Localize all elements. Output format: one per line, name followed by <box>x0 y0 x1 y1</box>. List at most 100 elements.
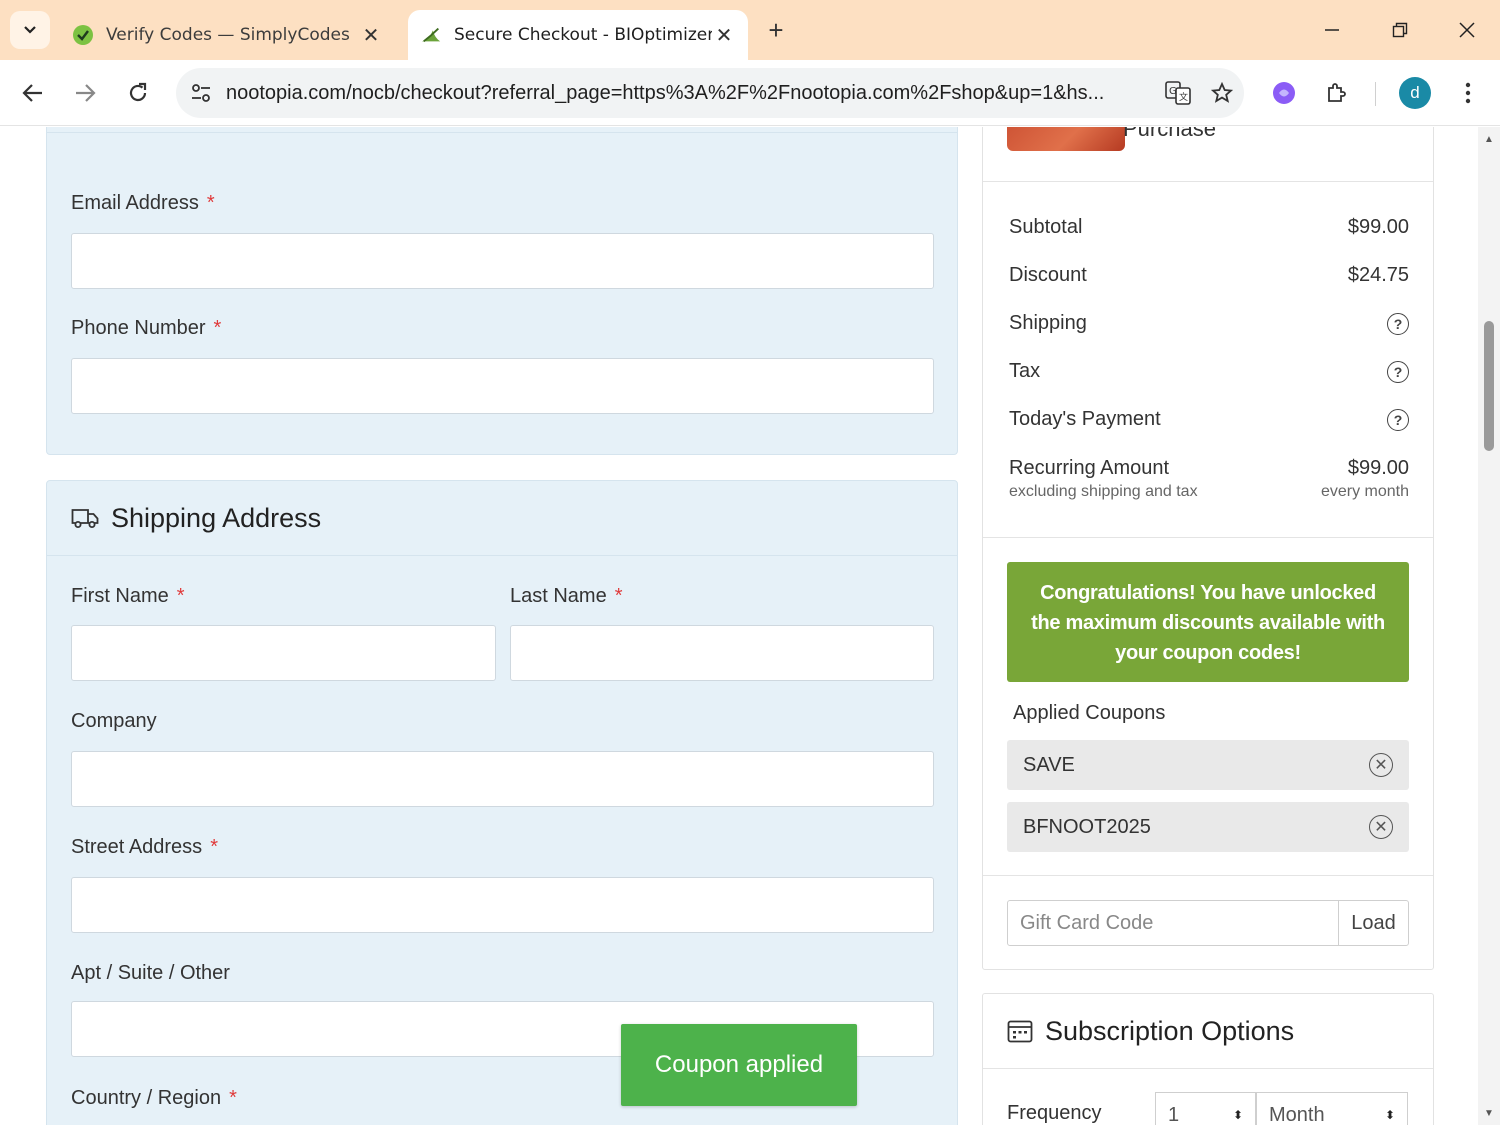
applied-coupon: BFNOOT2025 ✕ <box>1007 802 1409 852</box>
scroll-down-arrow-icon[interactable]: ▼ <box>1483 1109 1495 1119</box>
street-address-label: Street Address * <box>71 836 218 858</box>
tab-search-button[interactable] <box>10 11 50 49</box>
toolbar-separator <box>1375 82 1376 106</box>
browser-menu-icon[interactable] <box>1451 76 1485 110</box>
divider <box>47 132 957 133</box>
product-caption: Purchase <box>1123 127 1216 141</box>
help-icon[interactable]: ? <box>1387 312 1409 335</box>
coupon-applied-toast: Coupon applied <box>621 1024 857 1106</box>
divider <box>983 537 1433 538</box>
back-button[interactable] <box>14 74 52 112</box>
todays-payment-label: Today's Payment <box>1009 408 1161 430</box>
subscription-options-header: Subscription Options <box>983 994 1433 1069</box>
scrollbar-thumb[interactable] <box>1484 321 1494 451</box>
tab-bioptimizers[interactable]: Secure Checkout - BIOptimizers ✕ <box>408 10 748 60</box>
discount-congrats-banner: Congratulations! You have unlocked the m… <box>1007 562 1409 682</box>
restore-window-button[interactable] <box>1380 14 1420 46</box>
svg-text:G: G <box>1169 86 1177 97</box>
applied-coupons-title: Applied Coupons <box>1013 702 1166 724</box>
frequency-value: 1 <box>1168 1103 1180 1125</box>
close-tab-icon[interactable]: ✕ <box>712 23 736 47</box>
tax-row: Tax ? <box>1009 360 1409 383</box>
first-name-label: First Name * <box>71 585 185 607</box>
subscription-options-panel: Subscription Options Frequency 1 ⬍ Month… <box>982 993 1434 1125</box>
shipping-address-header: Shipping Address <box>47 481 957 556</box>
browser-toolbar: nootopia.com/nocb/checkout?referral_page… <box>0 60 1500 126</box>
site-info-icon[interactable] <box>176 68 226 118</box>
company-label: Company <box>71 710 157 732</box>
scroll-up-arrow-icon[interactable]: ▲ <box>1483 135 1495 145</box>
calendar-icon <box>1007 1020 1033 1043</box>
sort-arrows-icon: ⬍ <box>1232 1108 1243 1122</box>
subtotal-value: $99.00 <box>1347 216 1409 238</box>
tax-label: Tax <box>1009 360 1041 382</box>
recurring-amount-row: Recurring Amount $99.00 <box>1009 457 1409 480</box>
profile-avatar[interactable]: d <box>1399 77 1431 109</box>
help-icon[interactable]: ? <box>1387 360 1409 383</box>
svg-text:文: 文 <box>1179 91 1188 103</box>
shipping-label: Shipping <box>1009 312 1087 334</box>
page-viewport: Email Address * Phone Number * Shipping Ad… <box>0 127 1500 1125</box>
truck-icon <box>71 506 99 530</box>
subtotal-label: Subtotal <box>1009 216 1083 238</box>
phone-field[interactable] <box>71 358 934 414</box>
product-thumbnail <box>1007 127 1125 151</box>
tab-strip: Verify Codes — SimplyCodes ✕ Secure Chec… <box>0 0 1500 60</box>
arrow-right-icon <box>76 84 96 102</box>
extension-icon[interactable] <box>1267 76 1301 110</box>
help-icon[interactable]: ? <box>1387 408 1409 431</box>
recurring-amount-value: $99.00 <box>1347 457 1409 479</box>
shipping-row: Shipping ? <box>1009 312 1409 335</box>
reload-button[interactable] <box>119 74 157 112</box>
company-field[interactable] <box>71 751 934 807</box>
email-field[interactable] <box>71 233 934 289</box>
frequency-unit-select[interactable]: Month ⬍ <box>1256 1092 1408 1125</box>
order-summary-panel: Purchase Subtotal $99.00 Discount $24.75… <box>982 127 1434 970</box>
bookmark-star-icon[interactable] <box>1200 71 1244 115</box>
minimize-window-button[interactable] <box>1312 14 1352 46</box>
applied-coupon: SAVE ✕ <box>1007 740 1409 790</box>
frequency-number-select[interactable]: 1 ⬍ <box>1155 1092 1256 1125</box>
restore-icon <box>1392 22 1408 38</box>
simplycodes-favicon-icon <box>72 24 94 46</box>
remove-coupon-icon[interactable]: ✕ <box>1369 815 1393 839</box>
discount-row: Discount $24.75 <box>1009 264 1409 287</box>
street-address-field[interactable] <box>71 877 934 933</box>
sort-arrows-icon: ⬍ <box>1384 1108 1395 1122</box>
tab-title: Secure Checkout - BIOptimizers <box>454 25 712 45</box>
phone-label: Phone Number * <box>71 317 222 339</box>
chevron-down-icon <box>24 26 36 34</box>
close-window-button[interactable] <box>1447 14 1487 46</box>
last-name-field[interactable] <box>510 625 934 681</box>
extensions-puzzle-icon[interactable] <box>1320 76 1354 110</box>
tab-title: Verify Codes — SimplyCodes <box>106 25 350 45</box>
apt-suite-label: Apt / Suite / Other <box>71 962 230 984</box>
page-scrollbar[interactable]: ▲ ▼ <box>1478 127 1500 1125</box>
translate-icon[interactable]: G文 <box>1156 71 1200 115</box>
last-name-label: Last Name * <box>510 585 623 607</box>
load-gift-card-button[interactable]: Load <box>1338 900 1409 946</box>
bioptimizers-favicon-icon <box>420 24 442 46</box>
frequency-label: Frequency <box>1007 1102 1102 1124</box>
first-name-field[interactable] <box>71 625 496 681</box>
discount-label: Discount <box>1009 264 1087 286</box>
tab-simplycodes[interactable]: Verify Codes — SimplyCodes ✕ <box>60 10 395 60</box>
frequency-unit: Month <box>1269 1103 1325 1125</box>
todays-payment-row: Today's Payment ? <box>1009 408 1409 431</box>
minimize-icon <box>1325 29 1339 31</box>
divider <box>983 875 1433 876</box>
remove-coupon-icon[interactable]: ✕ <box>1369 753 1393 777</box>
recurring-amount-label: Recurring Amount <box>1009 457 1170 479</box>
address-bar[interactable]: nootopia.com/nocb/checkout?referral_page… <box>176 68 1244 118</box>
arrow-left-icon <box>22 84 42 102</box>
close-tab-icon[interactable]: ✕ <box>359 23 383 47</box>
coupon-code: SAVE <box>1023 753 1075 776</box>
close-icon <box>1459 22 1475 38</box>
new-tab-button[interactable]: + <box>760 15 792 45</box>
forward-button[interactable] <box>66 74 104 112</box>
divider <box>983 181 1433 182</box>
recurring-note: excluding shipping and tax <box>1009 483 1198 500</box>
url-text[interactable]: nootopia.com/nocb/checkout?referral_page… <box>226 82 1156 105</box>
gift-card-code-input[interactable] <box>1007 900 1339 946</box>
coupon-code: BFNOOT2025 <box>1023 815 1151 838</box>
